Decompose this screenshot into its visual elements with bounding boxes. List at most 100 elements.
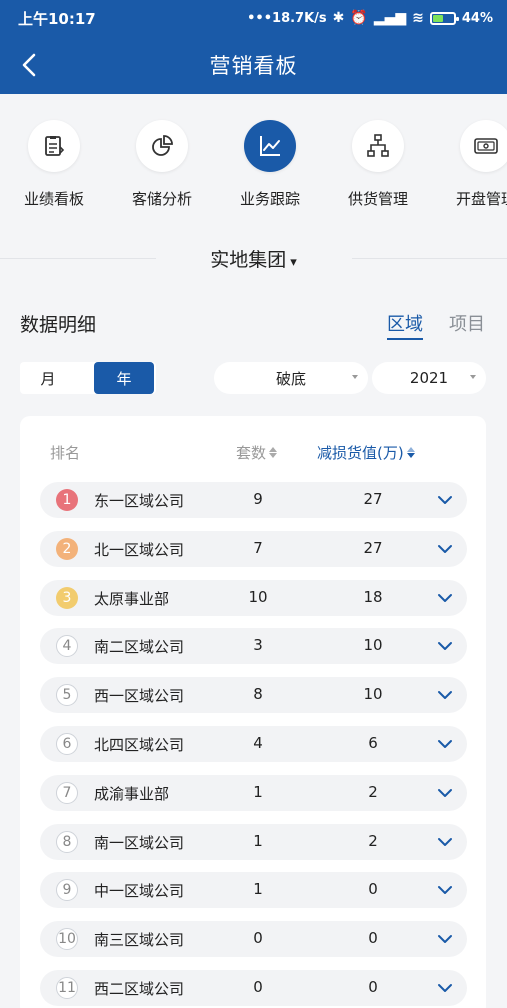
unit-count: 8 [253, 685, 263, 704]
status-bar: 上午10:17 •••18.7K/s ✱ ⏰ ▂▄▆ ≋ 44% [0, 0, 507, 36]
rank-badge: 6 [56, 733, 78, 755]
battery-icon [429, 11, 459, 25]
menu-label: 业务跟踪 [239, 190, 300, 208]
header-count-label: 套数 [236, 444, 267, 462]
chevron-down-icon[interactable] [437, 638, 453, 654]
region-name: 东一区域公司 [94, 492, 185, 510]
region-name: 成渝事业部 [94, 784, 170, 803]
rank-badge: 5 [56, 684, 78, 707]
unit-count: 1 [253, 880, 263, 899]
alarm-icon: ⏰ [350, 10, 368, 26]
rank-badge: 4 [56, 635, 78, 658]
chevron-down-icon[interactable] [437, 980, 453, 996]
loss-value: 2 [368, 831, 378, 850]
type-select[interactable]: 破底 [214, 362, 368, 394]
unit-count: 10 [248, 587, 268, 606]
back-button[interactable] [12, 48, 46, 82]
table-row[interactable]: 4 南二区域公司 3 10 [40, 628, 467, 665]
unit-count: 1 [253, 831, 263, 850]
region-name: 南二区域公司 [94, 638, 185, 657]
chevron-down-icon[interactable] [437, 834, 453, 850]
menu-item-customer-analysis[interactable]: 客储分析 [108, 96, 216, 226]
year-select-value: 2021 [409, 369, 449, 387]
rank-badge: 1 [56, 489, 78, 511]
rank-badge: 2 [56, 537, 78, 560]
table-header: 排名 套数 减损货值(万) [20, 442, 486, 464]
rank-badge: 11 [56, 977, 78, 999]
unit-count: 9 [253, 490, 263, 508]
region-name: 南三区域公司 [94, 931, 185, 950]
view-tabs: 区域 项目 [387, 310, 485, 340]
table-row[interactable]: 9 中一区域公司 1 0 [40, 872, 467, 909]
period-month[interactable]: 月 [20, 362, 76, 394]
unit-count: 0 [253, 929, 263, 948]
table-row[interactable]: 3 太原事业部 10 18 [40, 579, 467, 616]
network-speed: •••18.7K/s [247, 10, 327, 26]
divider [352, 258, 507, 259]
menu-label: 客储分析 [131, 190, 192, 208]
table-row[interactable]: 2 北一区域公司 7 27 [40, 530, 467, 567]
chevron-down-icon[interactable] [437, 882, 453, 898]
loss-value: 27 [363, 538, 383, 557]
rank-badge: 10 [56, 928, 78, 951]
menu-label: 业绩看板 [23, 190, 84, 208]
table-row[interactable]: 5 西一区域公司 8 10 [40, 677, 467, 714]
menu-item-supply-management[interactable]: 供货管理 [324, 96, 432, 226]
chevron-down-icon[interactable] [437, 736, 453, 752]
rank-badge: 8 [56, 830, 78, 853]
caret-down-icon: ▾ [290, 254, 297, 270]
region-name: 西一区域公司 [94, 687, 185, 706]
tab-project[interactable]: 项目 [449, 310, 485, 340]
menu-item-performance[interactable]: 业绩看板 [0, 96, 108, 226]
loss-value: 0 [368, 880, 378, 899]
rank-badge: 7 [56, 781, 78, 804]
hierarchy-icon [352, 120, 404, 172]
table-row[interactable]: 11 西二区域公司 0 0 [40, 970, 467, 1006]
company-selector[interactable]: 实地集团 ▾ [0, 236, 507, 280]
region-name: 西二区域公司 [94, 980, 185, 998]
chevron-down-icon[interactable] [437, 590, 453, 606]
header-count[interactable]: 套数 [236, 442, 278, 463]
rank-badge: 9 [56, 879, 78, 902]
header-rank: 排名 [50, 444, 81, 462]
chevron-down-icon[interactable] [437, 541, 453, 557]
chevron-down-icon[interactable] [437, 931, 453, 947]
divider [0, 258, 156, 259]
period-toggle: 月 年 [20, 362, 156, 394]
header-loss-value[interactable]: 减损货值(万) [317, 442, 415, 463]
battery-percent: 44% [461, 10, 493, 26]
chevron-down-icon[interactable] [437, 785, 453, 801]
line-chart-icon [244, 120, 296, 172]
status-time: 上午10:17 [18, 9, 96, 28]
region-name: 南一区域公司 [94, 833, 185, 852]
signal-icon: ▂▄▆ [373, 10, 407, 26]
cash-icon [460, 120, 507, 172]
table-row[interactable]: 6 北四区域公司 4 6 [40, 726, 467, 762]
rank-badge: 3 [56, 586, 78, 609]
chevron-down-icon[interactable] [437, 492, 453, 508]
menu-item-business-tracking[interactable]: 业务跟踪 [216, 96, 324, 226]
sort-icon [269, 447, 278, 458]
year-select[interactable]: 2021 [372, 362, 486, 394]
loss-value: 0 [368, 978, 378, 996]
loss-value: 0 [368, 929, 378, 948]
table-row[interactable]: 7 成渝事业部 1 2 [40, 774, 467, 811]
menu-label: 供货管理 [347, 190, 408, 208]
chevron-left-icon [22, 53, 36, 77]
tab-region[interactable]: 区域 [387, 310, 423, 340]
dropdown-arrow-icon [352, 375, 358, 379]
period-year[interactable]: 年 [94, 362, 154, 394]
sort-desc-icon [406, 447, 415, 458]
unit-count: 0 [253, 978, 263, 996]
chevron-down-icon[interactable] [437, 687, 453, 703]
table-row[interactable]: 1 东一区域公司 9 27 [40, 482, 467, 518]
table-row[interactable]: 8 南一区域公司 1 2 [40, 823, 467, 860]
menu-label: 开盘管理 [455, 190, 507, 208]
menu-item-opening-management[interactable]: 开盘管理 [432, 96, 507, 226]
dropdown-arrow-icon [470, 375, 476, 379]
region-name: 太原事业部 [94, 589, 170, 608]
clipboard-icon [28, 120, 80, 172]
status-icons: •••18.7K/s ✱ ⏰ ▂▄▆ ≋ 44% [247, 10, 493, 26]
table-row[interactable]: 10 南三区域公司 0 0 [40, 921, 467, 958]
region-name: 中一区域公司 [94, 882, 185, 901]
